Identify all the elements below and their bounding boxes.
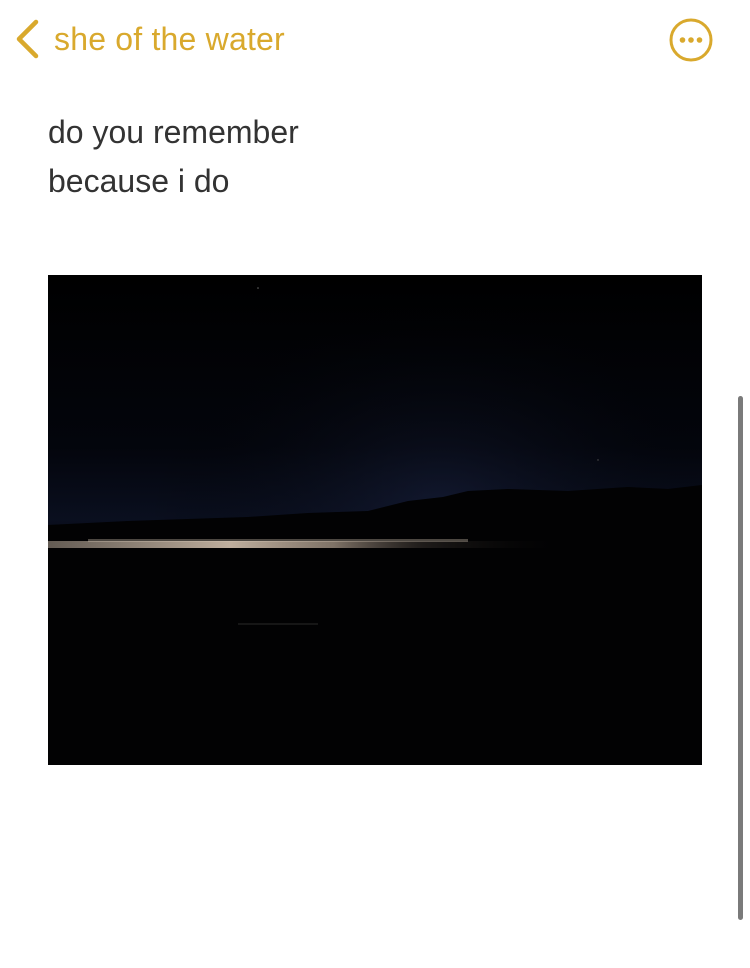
scrollbar[interactable] [738, 396, 743, 920]
back-button[interactable]: she of the water [14, 16, 285, 62]
more-options-button[interactable] [669, 18, 713, 62]
chevron-left-icon [14, 18, 40, 60]
note-line[interactable]: because i do [48, 157, 708, 206]
note-body[interactable]: do you remember because i do [48, 108, 708, 206]
back-button-label: she of the water [54, 20, 285, 57]
note-line[interactable]: do you remember [48, 108, 708, 157]
navigation-bar: she of the water [0, 0, 750, 80]
photo-attachment[interactable] [48, 275, 702, 765]
ellipsis-circle-icon [669, 18, 713, 62]
